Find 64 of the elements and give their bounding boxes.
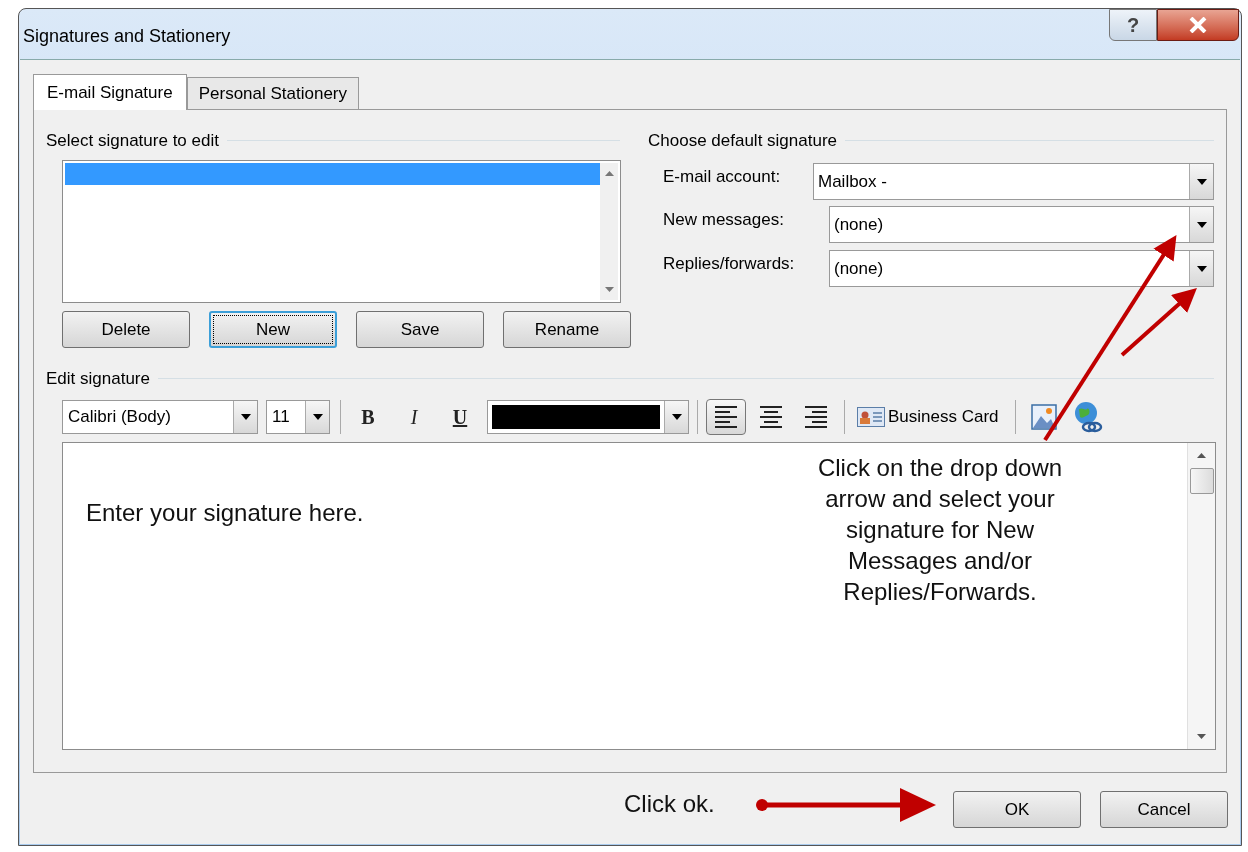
insert-picture-button[interactable] <box>1029 403 1058 431</box>
dropdown-value: (none) <box>833 213 885 236</box>
scroll-up-icon <box>604 171 614 176</box>
callout-text: Click on the drop down arrow and select your signature for New Messages and/or Replies/Forwards. <box>816 453 1064 607</box>
scroll-down-icon <box>604 287 614 292</box>
section-heading: Choose default signature <box>648 130 838 152</box>
scroll-down-icon <box>1197 734 1206 739</box>
align-left-icon <box>715 406 737 428</box>
dropdown-button[interactable] <box>664 401 688 433</box>
dropdown-field[interactable]: (none) <box>829 206 1214 243</box>
field-label: Replies/forwards: <box>663 253 795 275</box>
dropdown-button[interactable] <box>233 401 257 433</box>
section-heading: Select signature to edit <box>46 130 219 152</box>
dropdown-button[interactable] <box>1189 164 1213 199</box>
signature-button[interactable]: Rename <box>503 311 631 348</box>
font-dropdown[interactable]: Calibri (Body) <box>62 400 258 434</box>
signature-list[interactable] <box>62 160 621 303</box>
caret-icon <box>1196 221 1207 228</box>
tab[interactable]: Personal Stationery <box>186 77 360 109</box>
close-button[interactable] <box>1157 9 1239 41</box>
align-left-button[interactable] <box>706 399 746 435</box>
contact-card-icon <box>857 407 885 427</box>
section-heading: Edit signature <box>46 368 150 390</box>
underline-button[interactable]: U <box>441 401 479 433</box>
dropdown-button[interactable] <box>1189 207 1213 242</box>
caret-icon <box>312 414 323 420</box>
align-center-icon <box>760 406 782 428</box>
caret-icon <box>671 414 682 420</box>
scroll-up-icon <box>1197 453 1206 458</box>
editor-text: Enter your signature here. <box>86 499 364 526</box>
scrollbar[interactable] <box>1187 443 1215 749</box>
dropdown-value: Mailbox - <box>817 170 888 193</box>
bold-button[interactable]: B <box>349 401 387 433</box>
font-color-dropdown[interactable] <box>487 400 689 434</box>
scroll-thumb[interactable] <box>1189 468 1214 494</box>
caret-icon <box>1196 265 1207 272</box>
signature-button[interactable]: New <box>209 311 337 348</box>
picture-icon <box>1030 404 1057 430</box>
dropdown-value: Calibri (Body) <box>67 406 172 429</box>
signature-button[interactable]: Save <box>356 311 484 348</box>
tab[interactable]: E-mail Signature <box>33 74 187 110</box>
ok-button[interactable]: OK <box>953 791 1081 828</box>
globe-link-icon <box>1072 401 1103 433</box>
dropdown-value: 11 <box>271 406 291 429</box>
caret-icon <box>240 414 251 420</box>
align-right-icon <box>805 406 827 428</box>
cancel-button[interactable]: Cancel <box>1100 791 1228 828</box>
size-dropdown[interactable]: 11 <box>266 400 330 434</box>
help-button[interactable]: ? <box>1109 9 1157 41</box>
scrollbar[interactable] <box>600 163 618 300</box>
caret-icon <box>1196 178 1207 185</box>
callout-text: Click ok. <box>624 789 715 819</box>
signature-button[interactable]: Delete <box>62 311 190 348</box>
window-title: Signatures and Stationery <box>23 25 231 48</box>
business-card-button[interactable]: Business Card <box>855 400 1001 434</box>
dropdown-field[interactable]: Mailbox - <box>813 163 1214 200</box>
dropdown-button[interactable] <box>305 401 329 433</box>
italic-button[interactable]: I <box>395 401 433 433</box>
dropdown-button[interactable] <box>1189 251 1213 286</box>
dropdown-field[interactable]: (none) <box>829 250 1214 287</box>
close-icon <box>1189 17 1207 33</box>
dropdown-value: (none) <box>833 257 885 280</box>
field-label: E-mail account: <box>663 166 781 188</box>
field-label: New messages: <box>663 209 784 231</box>
